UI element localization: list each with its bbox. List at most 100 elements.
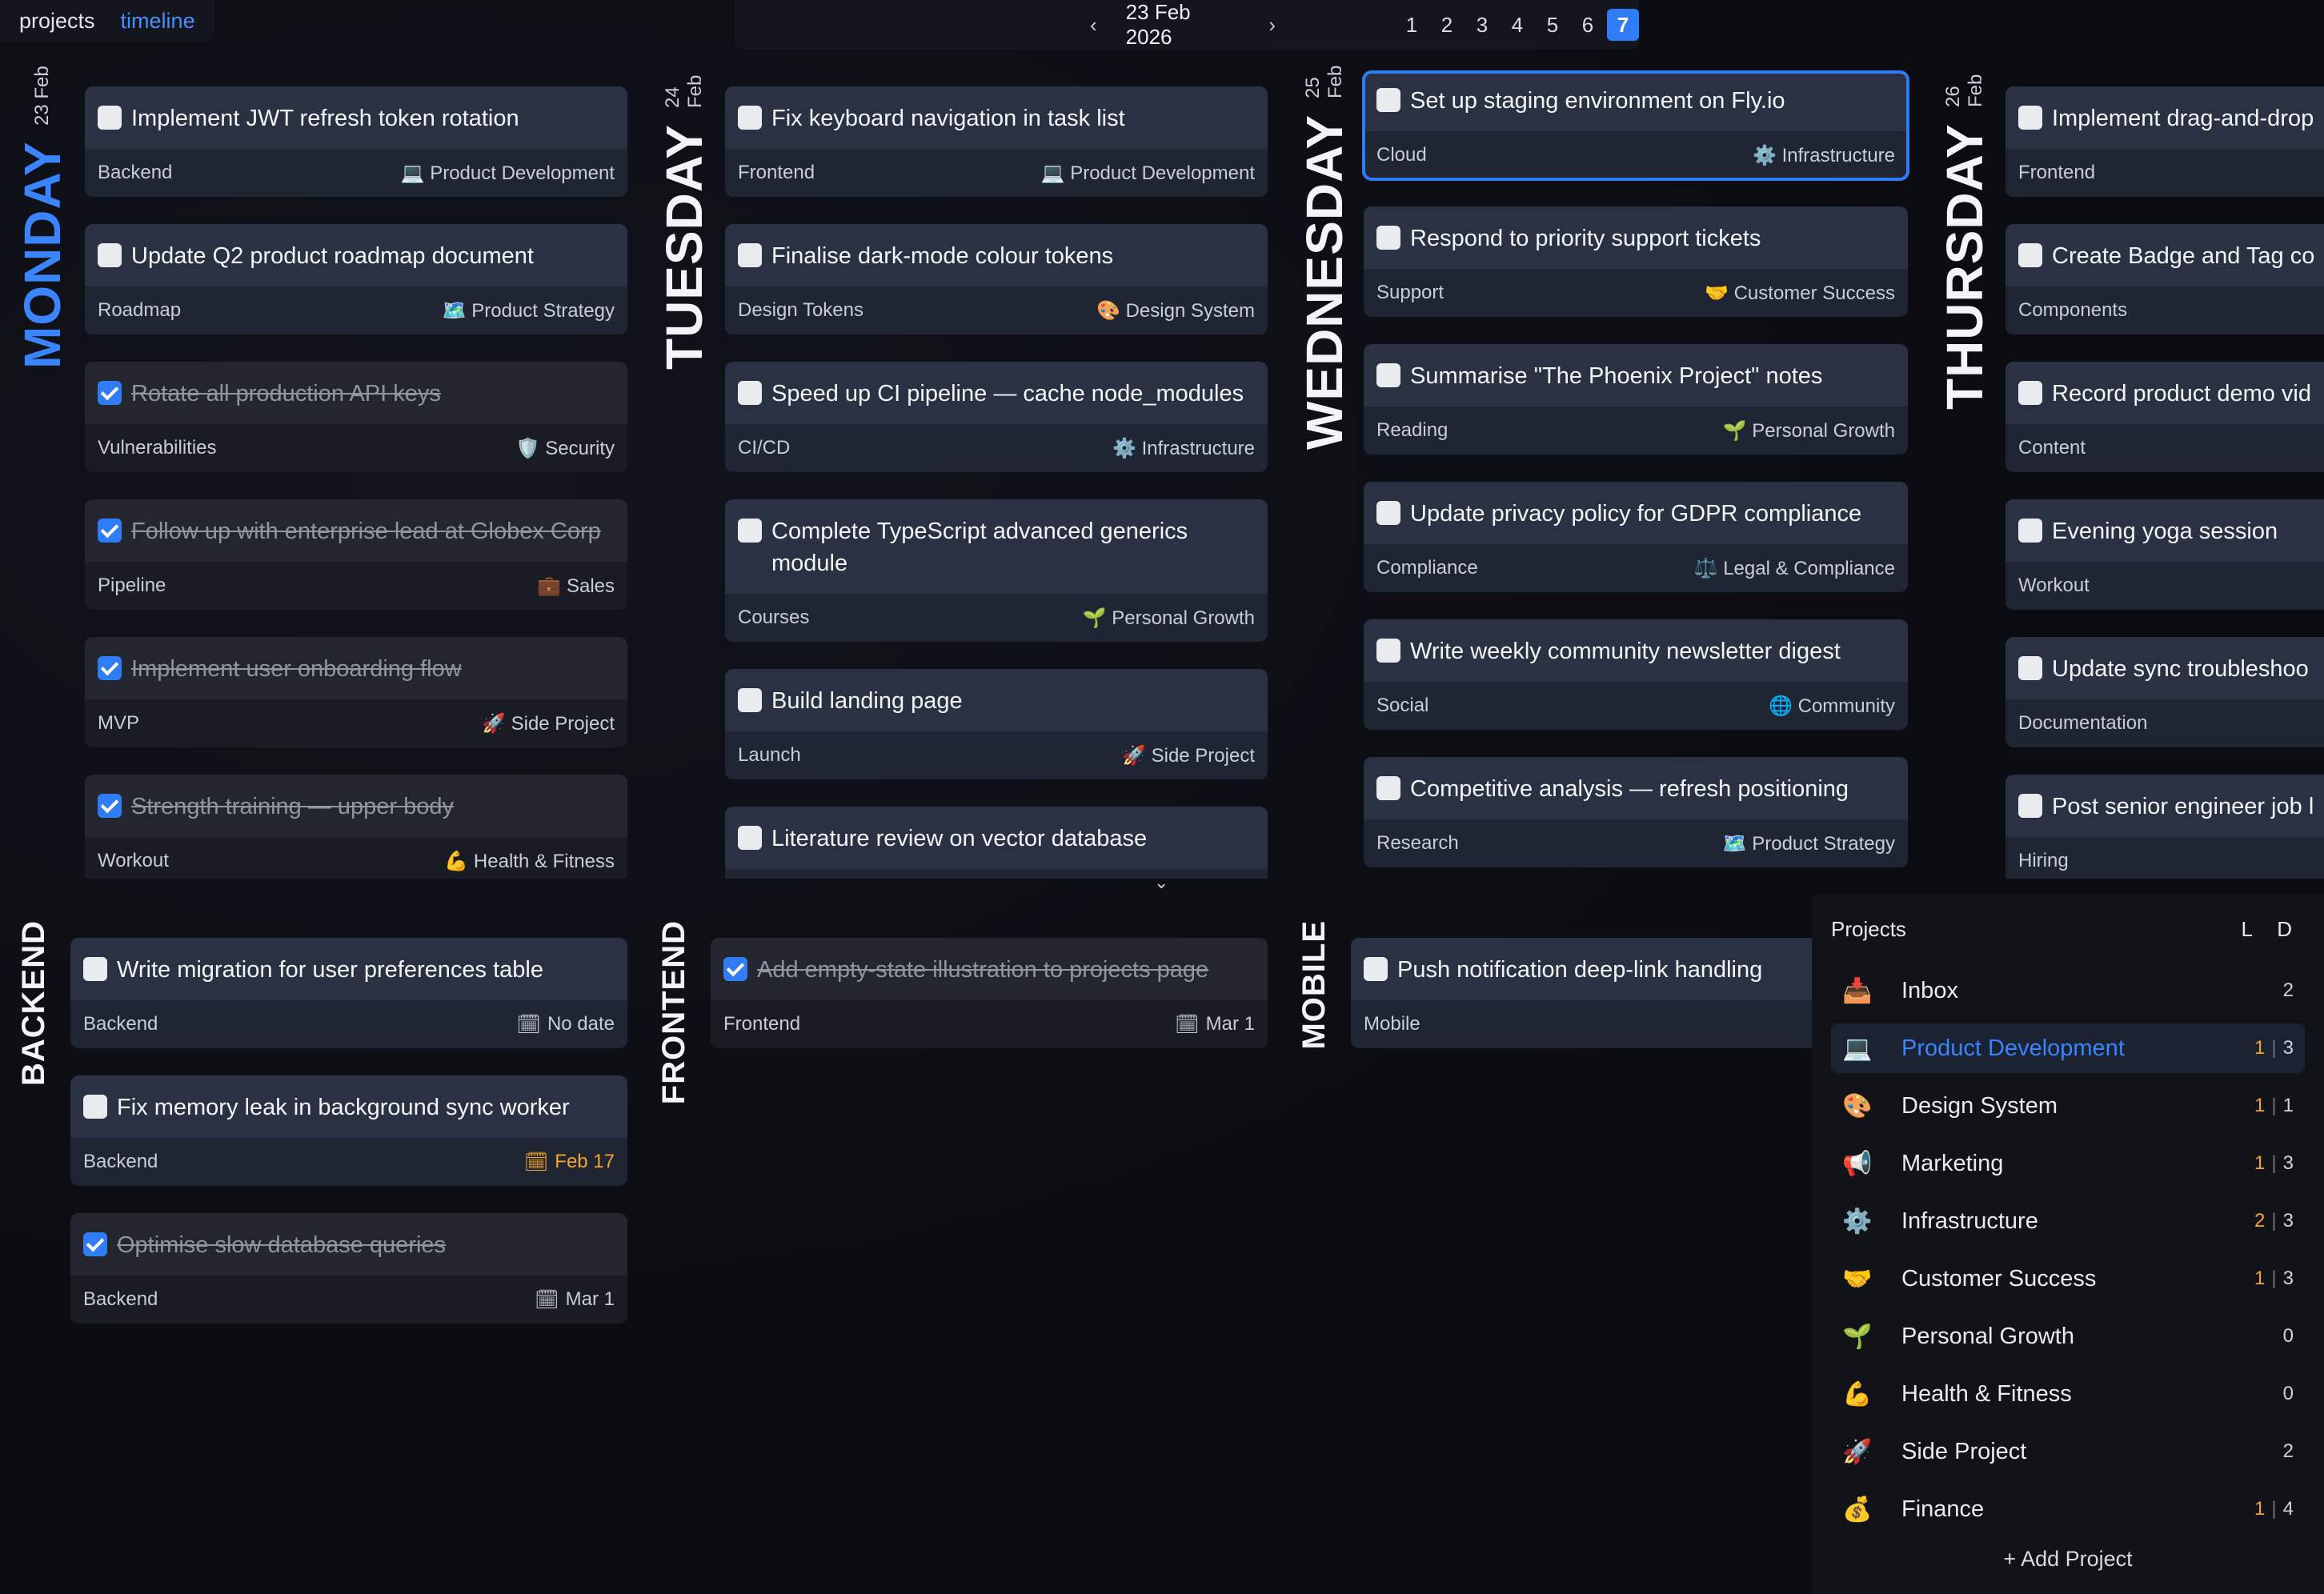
project-item[interactable]: 🌱 Personal Growth 0	[1831, 1312, 2305, 1361]
task-checkbox-checked[interactable]	[98, 381, 122, 405]
project-item[interactable]: 🤝 Customer Success 1 | 3	[1831, 1254, 2305, 1304]
task-card[interactable]: Implement drag-and-drop Frontend	[2005, 86, 2324, 197]
megaphone-icon: 📢	[1842, 1150, 1873, 1177]
next-arrow-icon[interactable]: ›	[1262, 13, 1282, 38]
task-checkbox-checked[interactable]	[98, 656, 122, 680]
task-checkbox[interactable]	[738, 381, 762, 405]
task-checkbox[interactable]	[738, 243, 762, 267]
task-checkbox[interactable]	[83, 957, 107, 981]
prev-arrow-icon[interactable]: ‹	[1084, 13, 1104, 38]
page-5[interactable]: 5	[1535, 9, 1570, 41]
task-checkbox[interactable]	[1376, 639, 1400, 663]
project-item-active[interactable]: 💻 Product Development 1 | 3	[1831, 1023, 2305, 1073]
task-checkbox[interactable]	[83, 1095, 107, 1119]
task-card[interactable]: Write migration for user preferences tab…	[70, 938, 627, 1048]
project-name: Finance	[1901, 1496, 1985, 1522]
task-checkbox[interactable]	[2018, 656, 2042, 680]
task-checkbox[interactable]	[98, 106, 122, 130]
lane-label-frontend: FRONTEND	[656, 920, 691, 1105]
task-checkbox[interactable]	[738, 826, 762, 850]
task-checkbox[interactable]	[1376, 88, 1400, 112]
seedling-icon: 🌱	[1842, 1323, 1873, 1350]
task-card[interactable]: Update Q2 product roadmap document Roadm…	[85, 224, 627, 334]
task-project: 🎨 Design System	[1096, 299, 1255, 322]
page-1[interactable]: 1	[1394, 9, 1429, 41]
task-card[interactable]: Respond to priority support tickets Supp…	[1364, 206, 1908, 317]
view-projects[interactable]: projects	[19, 9, 95, 34]
task-tag: Workout	[2018, 575, 2090, 596]
page-4[interactable]: 4	[1500, 9, 1535, 41]
project-counts: 1 | 4	[2254, 1498, 2294, 1520]
task-checkbox[interactable]	[98, 243, 122, 267]
task-title: Push notification deep-link handling	[1397, 957, 1763, 983]
task-card[interactable]: Strength training — upper body Workout 💪 …	[85, 775, 627, 879]
task-checkbox[interactable]	[1376, 776, 1400, 800]
calendar-icon: 🗓	[523, 1151, 549, 1173]
day-count-selector: 1 2 3 4 5 6 7	[1394, 9, 1639, 41]
task-card[interactable]: Speed up CI pipeline — cache node_module…	[725, 362, 1268, 472]
task-tag: Social	[1376, 695, 1429, 716]
task-checkbox[interactable]	[2018, 794, 2042, 818]
task-card[interactable]: Fix memory leak in background sync worke…	[70, 1075, 627, 1186]
task-card[interactable]: Competitive analysis — refresh positioni…	[1364, 757, 1908, 867]
add-project-button[interactable]: + Add Project	[1812, 1547, 2324, 1572]
task-checkbox[interactable]	[738, 688, 762, 712]
task-checkbox[interactable]	[1376, 226, 1400, 250]
task-card[interactable]: Rotate all production API keys Vulnerabi…	[85, 362, 627, 472]
day-date: 23 Feb	[31, 66, 53, 126]
task-card[interactable]: Follow up with enterprise lead at Globex…	[85, 499, 627, 610]
task-card[interactable]: Post senior engineer job l Hiring	[2005, 775, 2324, 879]
task-card[interactable]: Summarise "The Phoenix Project" notes Re…	[1364, 344, 1908, 455]
project-item[interactable]: 💰 Finance 1 | 4	[1831, 1484, 2305, 1534]
task-title: Finalise dark-mode colour tokens	[771, 243, 1114, 269]
task-checkbox[interactable]	[1376, 363, 1400, 387]
project-item[interactable]: 🚀 Side Project 2	[1831, 1427, 2305, 1476]
task-title: Respond to priority support tickets	[1410, 226, 1761, 251]
project-item[interactable]: 📢 Marketing 1 | 3	[1831, 1139, 2305, 1188]
view-timeline[interactable]: timeline	[121, 9, 195, 34]
task-card[interactable]: Finalise dark-mode colour tokens Design …	[725, 224, 1268, 334]
task-card[interactable]: Update sync troubleshoo Documentation	[2005, 637, 2324, 747]
task-card[interactable]: Optimise slow database queries Backend 🗓 M…	[70, 1213, 627, 1324]
page-2[interactable]: 2	[1429, 9, 1465, 41]
page-7[interactable]: 7	[1607, 9, 1639, 41]
task-checkbox-checked[interactable]	[723, 957, 747, 981]
task-tag: Launch	[738, 744, 801, 766]
task-card[interactable]: Add empty-state illustration to projects…	[711, 938, 1268, 1048]
task-checkbox-checked[interactable]	[98, 794, 122, 818]
task-card[interactable]: Create Badge and Tag co Components	[2005, 224, 2324, 334]
task-card[interactable]: Implement JWT refresh token rotation Bac…	[85, 86, 627, 197]
project-counts: 1 | 3	[2254, 1268, 2294, 1289]
task-card[interactable]: Push notification deep-link handling Mob…	[1351, 938, 1812, 1048]
task-title: Speed up CI pipeline — cache node_module…	[771, 381, 1244, 407]
task-checkbox[interactable]	[2018, 243, 2042, 267]
task-checkbox[interactable]	[738, 106, 762, 130]
task-checkbox[interactable]	[2018, 381, 2042, 405]
task-card[interactable]: Build landing page Launch 🚀 Side Project	[725, 669, 1268, 779]
task-checkbox-checked[interactable]	[83, 1232, 107, 1256]
task-card[interactable]: Literature review on vector database	[725, 807, 1268, 879]
project-item[interactable]: ⚙️ Infrastructure 2 | 3	[1831, 1196, 2305, 1246]
task-card[interactable]: Update privacy policy for GDPR complianc…	[1364, 482, 1908, 592]
task-checkbox[interactable]	[738, 519, 762, 543]
page-3[interactable]: 3	[1465, 9, 1500, 41]
task-card[interactable]: Implement user onboarding flow MVP 🚀 Side…	[85, 637, 627, 747]
task-card[interactable]: Record product demo vid Content	[2005, 362, 2324, 472]
project-item[interactable]: 🎨 Design System 1 | 1	[1831, 1081, 2305, 1131]
task-card[interactable]: Evening yoga session Workout	[2005, 499, 2324, 610]
task-card-selected[interactable]: Set up staging environment on Fly.io Clo…	[1362, 70, 1909, 181]
task-card[interactable]: Complete TypeScript advanced generics mo…	[725, 499, 1268, 642]
task-checkbox-checked[interactable]	[98, 519, 122, 543]
task-card[interactable]: Fix keyboard navigation in task list Fro…	[725, 86, 1268, 197]
project-item[interactable]: 💪 Health & Fitness 0	[1831, 1369, 2305, 1419]
date-navigator: ‹ 23 Feb 2026 › 1 2 3 4 5 6 7	[735, 0, 1639, 50]
project-item[interactable]: 📥 Inbox 2	[1831, 966, 2305, 1015]
page-6[interactable]: 6	[1570, 9, 1605, 41]
task-checkbox[interactable]	[2018, 519, 2042, 543]
task-checkbox[interactable]	[1364, 957, 1388, 981]
task-checkbox[interactable]	[1376, 501, 1400, 525]
chevron-down-icon[interactable]: ⌄	[1154, 872, 1168, 893]
task-title: Optimise slow database queries	[117, 1232, 447, 1258]
task-checkbox[interactable]	[2018, 106, 2042, 130]
task-card[interactable]: Write weekly community newsletter digest…	[1364, 619, 1908, 730]
